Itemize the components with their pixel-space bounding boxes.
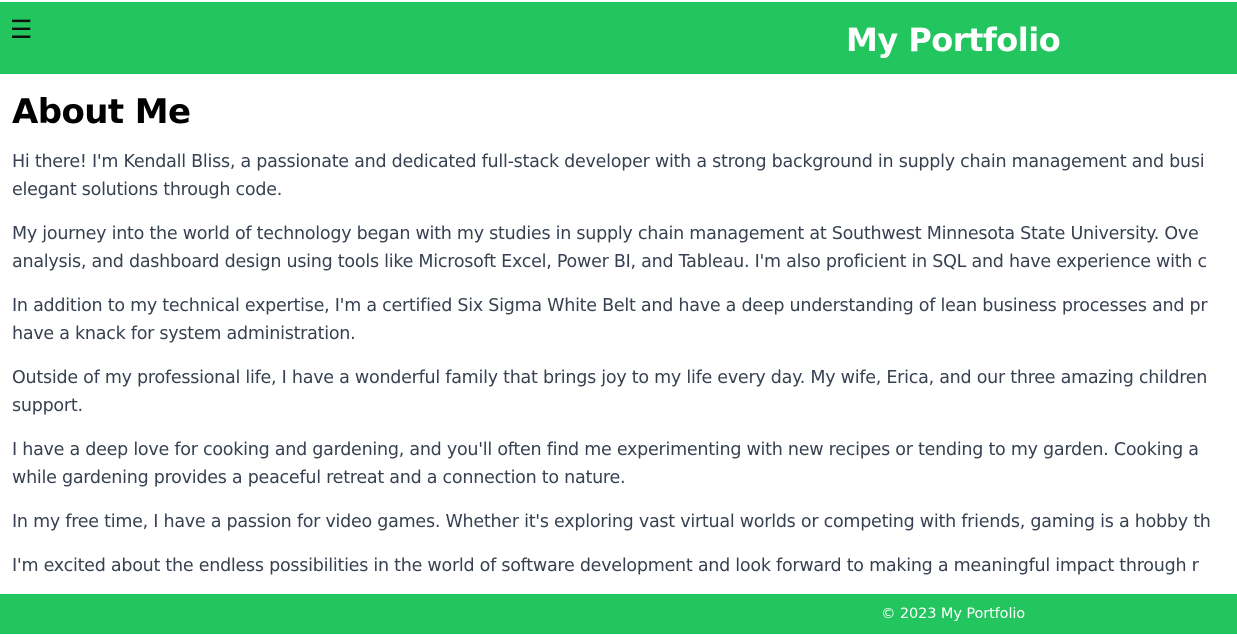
gaming-paragraph: In my free time, I have a passion for vi… <box>12 508 1237 536</box>
paragraph-line: In my free time, I have a passion for vi… <box>12 512 1211 532</box>
closing-paragraph: I'm excited about the endless possibilit… <box>12 552 1237 580</box>
paragraph-line: have a knack for system administration. <box>12 324 356 344</box>
site-title: My Portfolio <box>846 21 1061 59</box>
certification-paragraph: In addition to my technical expertise, I… <box>12 292 1237 348</box>
paragraph-line: Hi there! I'm Kendall Bliss, a passionat… <box>12 152 1205 172</box>
family-paragraph: Outside of my professional life, I have … <box>12 364 1237 420</box>
paragraph-line: Outside of my professional life, I have … <box>12 368 1208 388</box>
paragraph-line: while gardening provides a peaceful retr… <box>12 468 626 488</box>
paragraph-line: My journey into the world of technology … <box>12 224 1199 244</box>
site-header: ☰ My Portfolio <box>0 2 1237 74</box>
site-footer: © 2023 My Portfolio <box>0 594 1237 634</box>
paragraph-line: support. <box>12 396 83 416</box>
copyright-text: © 2023 My Portfolio <box>881 606 1026 622</box>
education-paragraph: My journey into the world of technology … <box>12 220 1237 276</box>
page: ☰ My Portfolio About Me Hi there! I'm Ke… <box>0 0 1237 637</box>
paragraph-line: analysis, and dashboard design using too… <box>12 252 1207 272</box>
hamburger-menu-icon[interactable]: ☰ <box>10 16 38 44</box>
about-me-heading: About Me <box>12 92 191 132</box>
paragraph-line: elegant solutions through code. <box>12 180 283 200</box>
paragraph-line: I have a deep love for cooking and garde… <box>12 440 1199 460</box>
hobbies-paragraph: I have a deep love for cooking and garde… <box>12 436 1237 492</box>
intro-paragraph: Hi there! I'm Kendall Bliss, a passionat… <box>12 148 1237 204</box>
paragraph-line: In addition to my technical expertise, I… <box>12 296 1208 316</box>
main-content: About Me Hi there! I'm Kendall Bliss, a … <box>0 74 1237 594</box>
paragraph-line: I'm excited about the endless possibilit… <box>12 556 1199 576</box>
